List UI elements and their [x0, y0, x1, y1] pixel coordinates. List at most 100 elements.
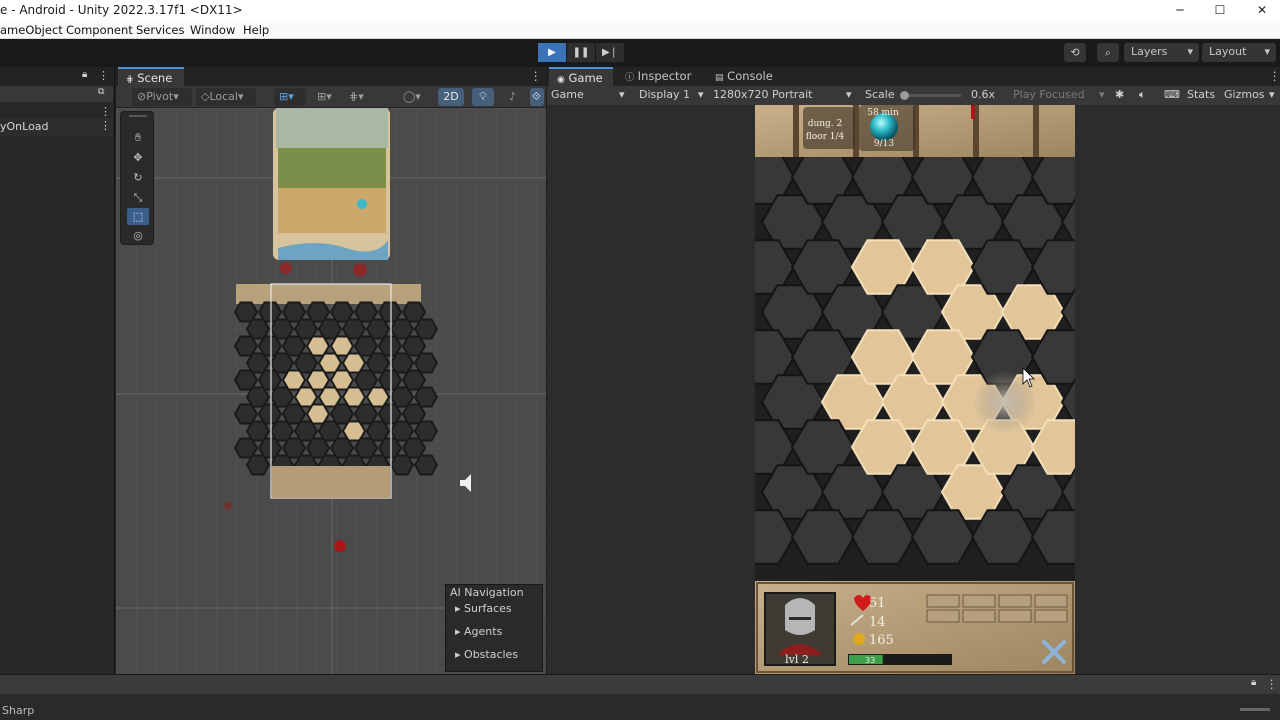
mini-top-wall	[236, 284, 421, 304]
zoom-slider[interactable]	[1240, 708, 1270, 711]
play-button[interactable]: ▶	[538, 43, 566, 62]
move-tool-icon[interactable]: ✥	[127, 149, 149, 166]
project-search-label: Sharp	[2, 704, 35, 717]
chevron-down-icon: ▾	[237, 90, 244, 103]
tab-scene[interactable]: ⋕ Scene	[118, 67, 184, 86]
keyboard-icon[interactable]: ⌨	[1164, 88, 1180, 101]
stats-button[interactable]: Stats	[1187, 88, 1215, 101]
history-icon[interactable]: ⟲	[1064, 43, 1086, 62]
scene-tab-bar: ⋕ Scene ⋮	[116, 67, 546, 86]
scene-view[interactable]: ✋︎ ✥ ↻ ⤡ ⬚ ◎ AI Navigation ▸ Surfaces ▸ …	[116, 108, 546, 674]
scene-grid-icon: ⋕	[126, 75, 134, 85]
more-icon[interactable]: ⋮	[100, 119, 111, 132]
game-toolbar: Game ▾ Display 1 ▾ 1280x720 Portrait ▾ S…	[547, 86, 1280, 105]
scale-tool-icon[interactable]: ⤡	[127, 189, 149, 206]
hex-grid	[755, 149, 1075, 565]
mode-2d-toggle[interactable]: 2D	[438, 88, 464, 106]
menu-component[interactable]: Component	[66, 23, 133, 37]
inventory-slot[interactable]	[962, 609, 996, 623]
display-dropdown[interactable]: Display 1	[639, 88, 690, 101]
inventory-slot[interactable]	[926, 609, 960, 623]
tab-game[interactable]: ◉ Game	[549, 67, 613, 86]
maximize-icon[interactable]: ☐	[1200, 0, 1240, 20]
more-icon[interactable]: ⋮	[530, 69, 542, 83]
inventory-slot[interactable]	[1034, 594, 1068, 608]
layers-label: Layers	[1131, 45, 1168, 58]
hierarchy-row-dontdestroy[interactable]: yOnLoad ⋮	[0, 118, 113, 136]
inventory-slot[interactable]	[998, 594, 1032, 608]
scene-tools: ✋︎ ✥ ↻ ⤡ ⬚ ◎	[120, 111, 154, 245]
play-mode-dropdown[interactable]: Play Focused	[1013, 88, 1085, 101]
orb-count-text: 9/13	[874, 139, 894, 149]
view-select-dropdown[interactable]: Game	[551, 88, 584, 101]
more-icon[interactable]: ⋮	[100, 105, 111, 118]
close-icon[interactable]: ✕	[1242, 0, 1280, 20]
audio-toggle-icon[interactable]: ♪	[504, 88, 526, 106]
hierarchy-search[interactable]: ⧉	[0, 86, 113, 102]
search-icon[interactable]: ⌕	[1097, 43, 1119, 62]
scale-slider-thumb[interactable]	[900, 91, 909, 100]
layout-dropdown[interactable]: Layout ▾	[1202, 43, 1276, 62]
mute-audio-icon[interactable]: 🔈︎	[1139, 88, 1146, 102]
shading-icon[interactable]: ◯▾	[398, 88, 432, 106]
scale-label: Scale	[865, 88, 895, 101]
tab-inspector[interactable]: ⓘ Inspector	[617, 67, 699, 86]
search-options-icon[interactable]: ⧉	[98, 87, 104, 97]
menu-window[interactable]: Window	[190, 23, 235, 37]
lighting-icon[interactable]: 💡︎	[472, 88, 494, 106]
step-button[interactable]: ▶❘	[596, 43, 624, 62]
inventory-slot[interactable]	[926, 594, 960, 608]
pivot-icon: ⊘	[137, 90, 147, 103]
info-icon: ⓘ	[625, 73, 635, 83]
pause-button[interactable]: ❚❚	[567, 43, 595, 62]
transform-tool-icon[interactable]: ◎	[127, 227, 149, 244]
bug-icon[interactable]: ✱	[1115, 88, 1124, 101]
layout-label: Layout	[1209, 45, 1247, 58]
chevron-down-icon: ▾	[1264, 45, 1270, 58]
knight-helmet-icon	[785, 598, 815, 635]
main-toolbar: ▶ ❚❚ ▶❘ ⟲ ⌕ Layers ▾ Layout ▾	[0, 39, 1280, 67]
snap-increment-icon[interactable]: ⊞▾	[312, 88, 340, 106]
effects-icon[interactable]: ⟐	[530, 88, 544, 106]
layers-dropdown[interactable]: Layers ▾	[1124, 43, 1199, 62]
hand-tool-icon[interactable]: ✋︎	[127, 129, 149, 146]
blood-splat	[334, 540, 346, 552]
inventory-slot[interactable]	[962, 594, 996, 608]
grid-visibility-icon[interactable]: ⋕▾	[344, 88, 380, 106]
more-icon[interactable]: ⋮	[98, 69, 109, 82]
inventory-slot[interactable]	[1034, 609, 1068, 623]
pivot-dropdown[interactable]: ⊘Pivot▾	[132, 88, 192, 106]
panel-footer: 🔒︎ ⋮	[0, 674, 1280, 694]
ai-navigation-overlay: AI Navigation ▸ Surfaces ▸ Agents ▸ Obst…	[445, 584, 543, 672]
gold-coin-icon	[853, 633, 865, 645]
lock-icon[interactable]: 🔒︎	[82, 69, 87, 80]
menu-services[interactable]: Services	[136, 23, 185, 37]
more-icon[interactable]: ⋮	[1269, 69, 1280, 83]
gizmos-button[interactable]: Gizmos	[1224, 88, 1265, 101]
menu-help[interactable]: Help	[243, 23, 269, 37]
tab-console[interactable]: ▤ Console	[707, 67, 781, 86]
lock-icon[interactable]: 🔒︎	[1251, 677, 1256, 688]
minimize-icon[interactable]: ─	[1160, 0, 1200, 20]
floor-text: floor 1/4	[806, 132, 845, 142]
ai-nav-surfaces[interactable]: ▸ Surfaces	[455, 602, 512, 615]
resolution-dropdown[interactable]: 1280x720 Portrait	[713, 88, 812, 101]
console-icon: ▤	[715, 73, 724, 83]
game-screen[interactable]: 58 min dung. 2 floor 1/4 9/13 lvl 2 51 1…	[755, 105, 1075, 674]
local-dropdown[interactable]: ◇Local▾	[196, 88, 256, 106]
scene-toolbar: ⊘Pivot▾ ◇Local▾ ⊞▾ ⊞▾ ⋕▾ ◯▾ 2D 💡︎ ♪ ⟐	[116, 86, 546, 108]
scale-slider[interactable]	[900, 91, 961, 100]
game-view[interactable]: 58 min dung. 2 floor 1/4 9/13 lvl 2 51 1…	[547, 105, 1280, 674]
ai-nav-obstacles[interactable]: ▸ Obstacles	[455, 648, 518, 661]
inventory-slot[interactable]	[998, 609, 1032, 623]
ai-nav-agents[interactable]: ▸ Agents	[455, 625, 502, 638]
mini-wall-tile	[413, 454, 439, 476]
rotate-tool-icon[interactable]: ↻	[127, 169, 149, 186]
menu-gameobject[interactable]: ameObject	[0, 23, 63, 37]
game-tab-bar: ◉ Game ⓘ Inspector ▤ Console ⋮	[547, 67, 1280, 86]
tools-handle[interactable]	[129, 115, 147, 117]
chevron-down-icon: ▾	[698, 88, 704, 101]
more-icon[interactable]: ⋮	[1266, 677, 1278, 691]
grid-snap-icon[interactable]: ⊞▾	[274, 88, 306, 106]
rect-tool-icon[interactable]: ⬚	[127, 208, 149, 225]
